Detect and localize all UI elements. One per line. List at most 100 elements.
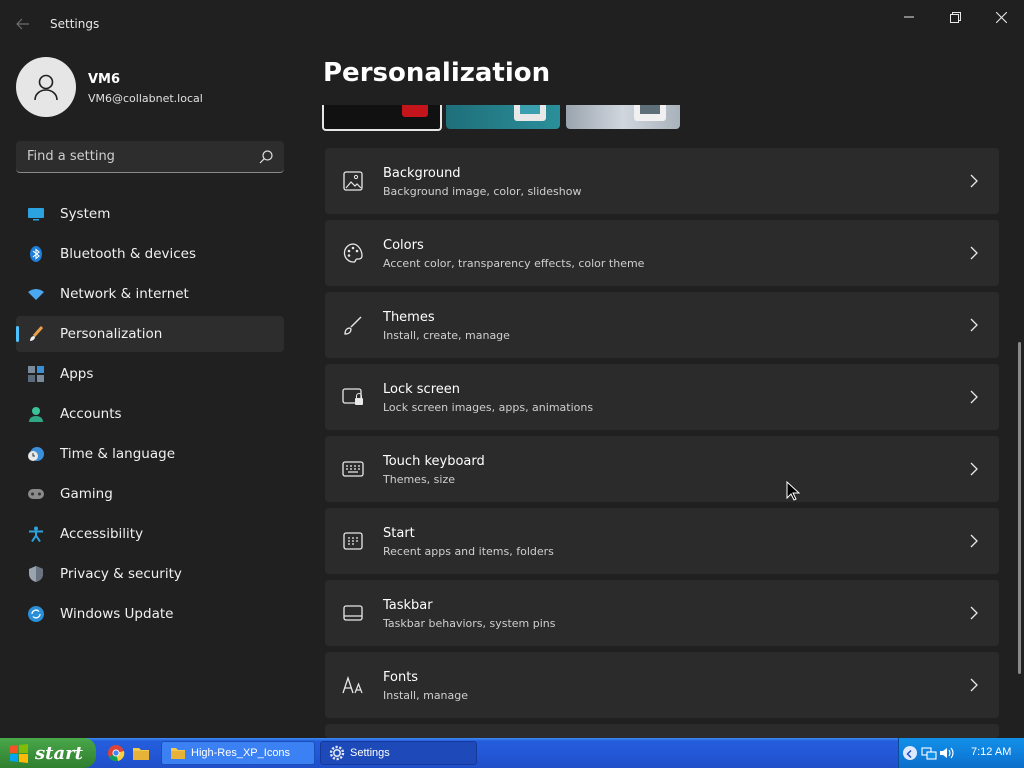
sidebar-item-accounts[interactable]: Accounts [16,396,284,432]
search-placeholder: Find a setting [27,149,115,164]
minimize-icon [904,16,914,18]
sidebar-item-windows-update[interactable]: Windows Update [16,596,284,632]
close-button[interactable] [986,6,1016,28]
chevron-right-icon [970,246,978,260]
card-background[interactable]: Background Background image, color, slid… [325,148,999,214]
system-icon [28,206,44,222]
show-hidden-icons-button[interactable] [903,746,917,760]
arrow-left-icon [16,18,29,30]
theme-thumbnail[interactable] [566,105,680,129]
active-indicator [16,326,19,342]
shield-icon [28,566,44,582]
settings-window: Settings VM6 VM6@collabnet.local Find a … [0,0,1024,738]
volume-icon[interactable] [939,745,955,761]
search-icon[interactable] [258,149,274,165]
profile-name: VM6 [88,72,121,87]
taskbar-item-label: Settings [350,747,390,759]
lock-screen-icon [342,386,364,408]
accessibility-icon [28,526,44,542]
folder-icon [171,748,185,759]
start-label: start [35,742,83,764]
scrollbar-thumb[interactable] [1018,342,1021,674]
user-profile[interactable]: VM6 VM6@collabnet.local [16,57,286,117]
chevron-right-icon [970,678,978,692]
card-next-partial[interactable] [325,724,999,738]
chevron-left-icon [906,749,912,759]
theme-preview-accent [520,105,540,114]
page-title: Personalization [323,58,551,88]
sidebar-item-personalization[interactable]: Personalization [16,316,284,352]
clock[interactable]: 7:12 AM [971,746,1011,758]
card-title: Start [383,526,415,541]
user-icon [34,74,58,101]
card-themes[interactable]: Themes Install, create, manage [325,292,999,358]
theme-preview-accent [640,105,660,114]
taskbar: start High-Res_XP_Icons Settings 7:12 AM [0,738,1024,768]
sidebar-item-network[interactable]: Network & internet [16,276,284,312]
sidebar-item-label: Time & language [60,446,176,462]
card-lock-screen[interactable]: Lock screen Lock screen images, apps, an… [325,364,999,430]
sidebar-item-accessibility[interactable]: Accessibility [16,516,284,552]
profile-email: VM6@collabnet.local [88,92,203,105]
apps-icon [28,366,44,382]
minimize-button[interactable] [894,6,924,28]
sidebar-item-bluetooth[interactable]: Bluetooth & devices [16,236,284,272]
taskbar-icon [342,602,364,624]
sidebar-item-label: Privacy & security [60,566,182,582]
card-subtitle: Install, create, manage [383,329,510,342]
card-taskbar[interactable]: Taskbar Taskbar behaviors, system pins [325,580,999,646]
card-subtitle: Lock screen images, apps, animations [383,401,594,414]
card-touch-keyboard[interactable]: Touch keyboard Themes, size [325,436,999,502]
card-fonts[interactable]: Fonts Install, manage [325,652,999,718]
sidebar-item-time-language[interactable]: Time & language [16,436,284,472]
mouse-cursor-icon [786,481,800,501]
sidebar-item-privacy[interactable]: Privacy & security [16,556,284,592]
sidebar-item-label: Network & internet [60,286,189,302]
restore-button[interactable] [940,6,970,28]
card-title: Themes [383,310,435,325]
sidebar-item-label: Windows Update [60,606,174,622]
chrome-icon[interactable] [107,744,125,762]
sidebar-item-gaming[interactable]: Gaming [16,476,284,512]
card-title: Lock screen [383,382,460,397]
sidebar-item-label: Bluetooth & devices [60,246,197,262]
card-subtitle: Background image, color, slideshow [383,185,582,198]
card-subtitle: Recent apps and items, folders [383,545,554,558]
theme-preview-window [402,105,428,117]
card-start[interactable]: Start Recent apps and items, folders [325,508,999,574]
sidebar-item-system[interactable]: System [16,196,284,232]
keyboard-icon [342,458,364,480]
start-button[interactable]: start [0,738,96,768]
fonts-icon [342,674,364,696]
title-bar: Settings [0,0,1024,48]
windows-flag-icon [10,744,28,763]
chevron-right-icon [970,462,978,476]
card-title: Taskbar [383,598,433,613]
chevron-right-icon [970,318,978,332]
theme-thumbnail[interactable] [446,105,560,129]
wifi-icon [28,286,44,302]
sidebar-nav: System Bluetooth & devices Network & int… [16,196,284,636]
sidebar-item-apps[interactable]: Apps [16,356,284,392]
network-icon[interactable] [921,745,937,761]
person-icon [28,406,44,422]
sidebar-item-label: System [60,206,111,222]
taskbar-item-settings[interactable]: Settings [320,741,477,765]
sidebar-item-label: Personalization [60,326,163,342]
back-button[interactable] [10,12,36,36]
search-input[interactable]: Find a setting [16,141,284,173]
card-title: Fonts [383,670,419,685]
image-icon [342,170,364,192]
sidebar-item-label: Accounts [60,406,122,422]
taskbar-item-folder[interactable]: High-Res_XP_Icons [161,741,315,765]
settings-list: Background Background image, color, slid… [325,148,999,738]
gear-icon [329,745,345,761]
card-colors[interactable]: Colors Accent color, transparency effect… [325,220,999,286]
avatar [16,57,76,117]
sidebar-item-label: Accessibility [60,526,144,542]
clock-globe-icon [28,446,44,462]
explorer-icon[interactable] [132,744,150,762]
chevron-right-icon [970,390,978,404]
start-icon [342,530,364,552]
theme-thumbnail-selected[interactable] [322,105,442,131]
